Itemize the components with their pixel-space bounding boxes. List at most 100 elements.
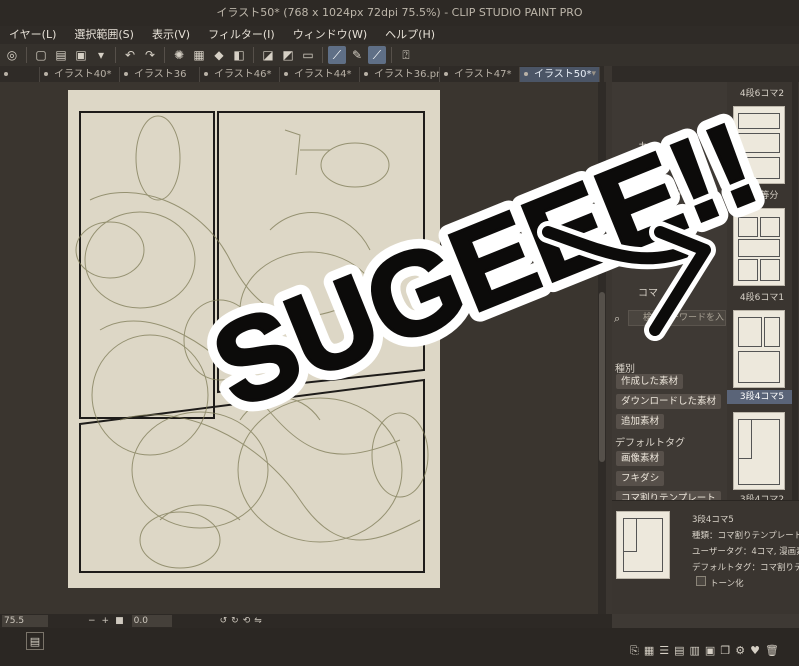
open-folder-icon[interactable]: ▤ [52,46,70,64]
panel-frame [738,239,780,257]
thumbnail-scrollbar[interactable] [792,82,798,500]
reset-rotation-icon[interactable]: ⟲ [243,616,251,626]
tab-document[interactable]: イラスト44* [280,67,360,82]
fill-bucket-icon[interactable]: ◆ [210,46,228,64]
copy-icon[interactable]: ◩ [279,46,297,64]
zoom-out-icon[interactable]: − [88,616,96,626]
tab-document[interactable]: イラスト46* [200,67,280,82]
snap-ruler-icon[interactable]: ⟋ [328,46,346,64]
tree-item[interactable]: カ [638,138,648,153]
thumbnail-4-6-1[interactable] [733,310,785,388]
material-type: 種類：コマ割りテンプレート [692,531,799,541]
rotation-field[interactable]: 0.0 [131,615,172,627]
command-bar: ◎ ▢ ▤ ▣ ▾ ↶ ↷ ✺ ▦ ◆ ◧ ◪ ◩ ▭ ⟋ ✎ ⟋ ⍰ [0,44,799,66]
panel-frame [738,113,780,129]
tree-item-emotion-effect[interactable]: 効果・心情 [638,182,688,197]
list-view-icon[interactable]: ☰ [659,644,669,658]
chevron-down-icon[interactable]: ▾ [92,46,110,64]
category-item[interactable]: ダウンロードした素材 [616,394,722,409]
cut-icon[interactable]: ◪ [259,46,277,64]
thumbnail-label[interactable]: 4段6コマ1 [727,290,797,303]
menu-layer[interactable]: イヤー(L) [0,26,65,44]
document-tabs: イラスト40* イラスト36 イラスト46* イラスト44* イラスト36.pn… [0,66,604,82]
material-preview [616,511,670,579]
material-info-panel: 3段4コマ5 種類：コマ割りテンプレート ユーザータグ：4コマ, 漫画素材 デフ… [612,500,799,614]
category-item[interactable]: 追加素材 [616,414,665,429]
clip-studio-icon[interactable]: ◎ [3,46,21,64]
tone-checkbox[interactable] [696,576,706,586]
flip-icon[interactable]: ⇋ [254,616,262,626]
zoom-in-icon[interactable]: + [102,616,110,626]
thumbnail-3-4-5[interactable] [733,412,785,490]
tag-item[interactable]: フキダシ [616,471,665,486]
material-name: 3段4コマ5 [692,515,734,525]
large-view-icon[interactable]: ▣ [705,644,715,658]
tag-item[interactable]: 画像素材 [616,451,665,466]
material-default-tag: デフォルトタグ：コマ割りテンプレ [692,563,799,573]
settings-icon[interactable]: ⚙ [735,644,745,658]
loading-icon[interactable]: ✺ [170,46,188,64]
tab-document[interactable]: イラスト36.png [360,67,440,82]
menu-window[interactable]: ウィンドウ(W) [284,26,376,44]
canvas-area[interactable] [0,82,604,614]
panel-layout-icon[interactable]: ▤ [26,632,44,650]
save-icon[interactable]: ▣ [72,46,90,64]
category-item[interactable]: 作成した素材 [616,374,684,389]
tab-dot-icon [4,72,8,76]
fit-icon[interactable]: ■ [115,616,124,626]
grid-view-icon[interactable]: ▥ [690,644,700,658]
panel-frame [738,157,780,179]
zoom-level-field[interactable]: 75.5 [2,615,48,627]
menu-filter[interactable]: フィルター(I) [199,26,284,44]
thumbnail-label[interactable]: 3段4コマ2 [727,492,797,500]
tab-label: イラスト44* [294,69,352,80]
tab-document[interactable]: イラスト40* [40,67,120,82]
ruler-snap-icon[interactable]: ⟋ [368,46,386,64]
tab-close-icon[interactable]: ▾ [591,67,596,82]
copy-material-icon[interactable]: ❐ [720,644,730,658]
tab-document[interactable]: イラスト36 [120,67,200,82]
tree-item-background[interactable]: 背景 [638,202,658,217]
tab-label: イラスト47* [454,69,512,80]
rotate-right-icon[interactable]: ↻ [231,616,239,626]
paste-icon[interactable]: ▭ [299,46,317,64]
undo-icon[interactable]: ↶ [121,46,139,64]
material-user-tag: ユーザータグ：4コマ, 漫画素材 [692,547,799,557]
tab-previous[interactable] [0,67,40,82]
canvas-page[interactable] [0,82,604,614]
tab-document-active[interactable]: イラスト50* ▾ [520,67,600,82]
menu-selection[interactable]: 選択範囲(S) [65,26,143,44]
thumbnail-3-equal[interactable] [733,208,785,286]
delete-icon[interactable]: 🗑 [765,644,779,658]
search-input[interactable]: 検索キーワードを入... [628,310,726,326]
thumbnail-4-6-2[interactable] [733,106,785,184]
thumbnail-view-icon[interactable]: ▦ [644,644,654,658]
default-tag-heading: デフォルトタグ [615,438,685,449]
rotate-left-icon[interactable]: ↺ [220,616,228,626]
canvas-vertical-scrollbar[interactable] [598,82,606,614]
redo-icon[interactable]: ↷ [141,46,159,64]
help-icon[interactable]: ⍰ [397,46,415,64]
clear-icon[interactable]: ◧ [230,46,248,64]
tree-item-panel[interactable]: コマ [638,284,658,299]
favorite-icon[interactable]: ♥ [750,644,760,658]
panel-frame [764,317,780,347]
transform-icon[interactable]: ▦ [190,46,208,64]
tab-label: イラスト46* [214,69,272,80]
thumbnail-label[interactable]: 3段等分 [727,188,797,201]
tab-label: イラスト36 [134,69,187,80]
thumbnail-label[interactable]: 4段6コマ2 [727,86,797,99]
tab-document[interactable]: イラスト47* [440,67,520,82]
tab-dot-icon [44,72,48,76]
menu-help[interactable]: ヘルプ(H) [376,26,444,44]
scrollbar-thumb[interactable] [599,292,605,462]
thumbnail-label-selected[interactable]: 3段4コマ5 [727,390,797,404]
toolbar-divider [391,47,392,63]
menu-view[interactable]: 表示(V) [143,26,199,44]
new-file-icon[interactable]: ▢ [32,46,50,64]
tab-dot-icon [444,72,448,76]
detail-view-icon[interactable]: ▤ [674,644,684,658]
brush-icon[interactable]: ✎ [348,46,366,64]
tab-dot-icon [364,72,368,76]
paste-material-icon[interactable]: ⎘ [630,644,639,658]
